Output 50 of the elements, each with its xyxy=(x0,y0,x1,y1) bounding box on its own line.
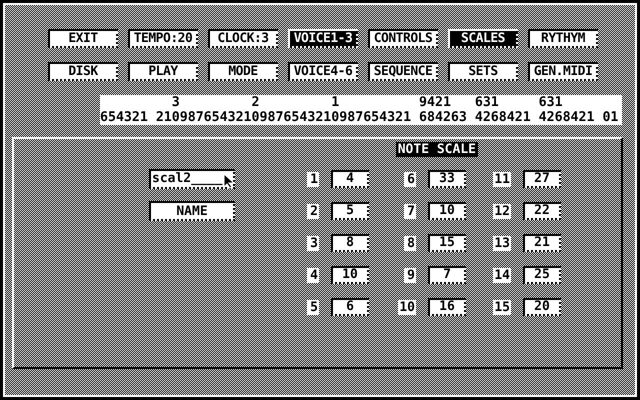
menu-button[interactable]: GEN.MIDI xyxy=(528,62,598,81)
menu-button[interactable]: RYTHYM xyxy=(528,29,598,48)
menu-button[interactable]: EXIT xyxy=(48,29,118,48)
note-number: 1 xyxy=(307,172,319,186)
note-value-field[interactable]: 20 xyxy=(523,298,561,316)
menu-button[interactable]: SETS xyxy=(448,62,518,81)
note-value-field[interactable]: 21 xyxy=(523,234,561,252)
note-value-field[interactable]: 27 xyxy=(523,170,561,188)
menu-button[interactable]: SCALES xyxy=(448,29,518,48)
note-value-field[interactable]: 25 xyxy=(523,266,561,284)
note-number: 14 xyxy=(493,268,511,282)
note-value-field[interactable]: 15 xyxy=(428,234,466,252)
note-number: 12 xyxy=(493,204,511,218)
menu-button[interactable]: PLAY xyxy=(128,62,198,81)
note-value-field[interactable]: 5 xyxy=(331,202,369,220)
menu-button[interactable]: CLOCK:3 xyxy=(208,29,278,48)
note-value-field[interactable]: 33 xyxy=(428,170,466,188)
menu-button[interactable]: VOICE4-6 xyxy=(288,62,358,81)
note-value-field[interactable]: 10 xyxy=(428,202,466,220)
note-value-field[interactable]: 10 xyxy=(331,266,369,284)
menu-button[interactable]: VOICE1-3 xyxy=(288,29,358,48)
note-value-field[interactable]: 22 xyxy=(523,202,561,220)
note-number: 3 xyxy=(307,236,319,250)
note-number: 2 xyxy=(307,204,319,218)
note-number: 7 xyxy=(404,204,416,218)
name-input-field[interactable]: scal2____ xyxy=(149,169,235,189)
menu-button[interactable]: DISK xyxy=(48,62,118,81)
mouse-pointer-icon xyxy=(223,173,237,189)
note-number: 8 xyxy=(404,236,416,250)
note-value-field[interactable]: 8 xyxy=(331,234,369,252)
ruler-text: 654321 21098765432109876543210987654321 684263 4268421 4268421 01 xyxy=(100,110,620,125)
menu-button[interactable]: SEQUENCE xyxy=(368,62,438,81)
note-number: 10 xyxy=(398,300,416,314)
note-number: 15 xyxy=(493,300,511,314)
menu-button[interactable]: CONTROLS xyxy=(368,29,438,48)
note-number: 6 xyxy=(404,172,416,186)
note-value-field[interactable]: 6 xyxy=(331,298,369,316)
ruler-text: 3 2 1 9421 631 631 xyxy=(170,95,564,110)
note-number: 13 xyxy=(493,236,511,250)
note-value-field[interactable]: 16 xyxy=(428,298,466,316)
note-number: 4 xyxy=(307,268,319,282)
note-number: 9 xyxy=(404,268,416,282)
note-value-field[interactable]: 4 xyxy=(331,170,369,188)
note-number: 11 xyxy=(493,172,511,186)
menu-button[interactable]: TEMPO:20 xyxy=(128,29,198,48)
note-number: 5 xyxy=(307,300,319,314)
menu-button[interactable]: MODE xyxy=(208,62,278,81)
note-value-field[interactable]: 7 xyxy=(428,266,466,284)
name-button[interactable]: NAME xyxy=(149,201,235,221)
panel-title: NOTE SCALE xyxy=(396,142,478,157)
